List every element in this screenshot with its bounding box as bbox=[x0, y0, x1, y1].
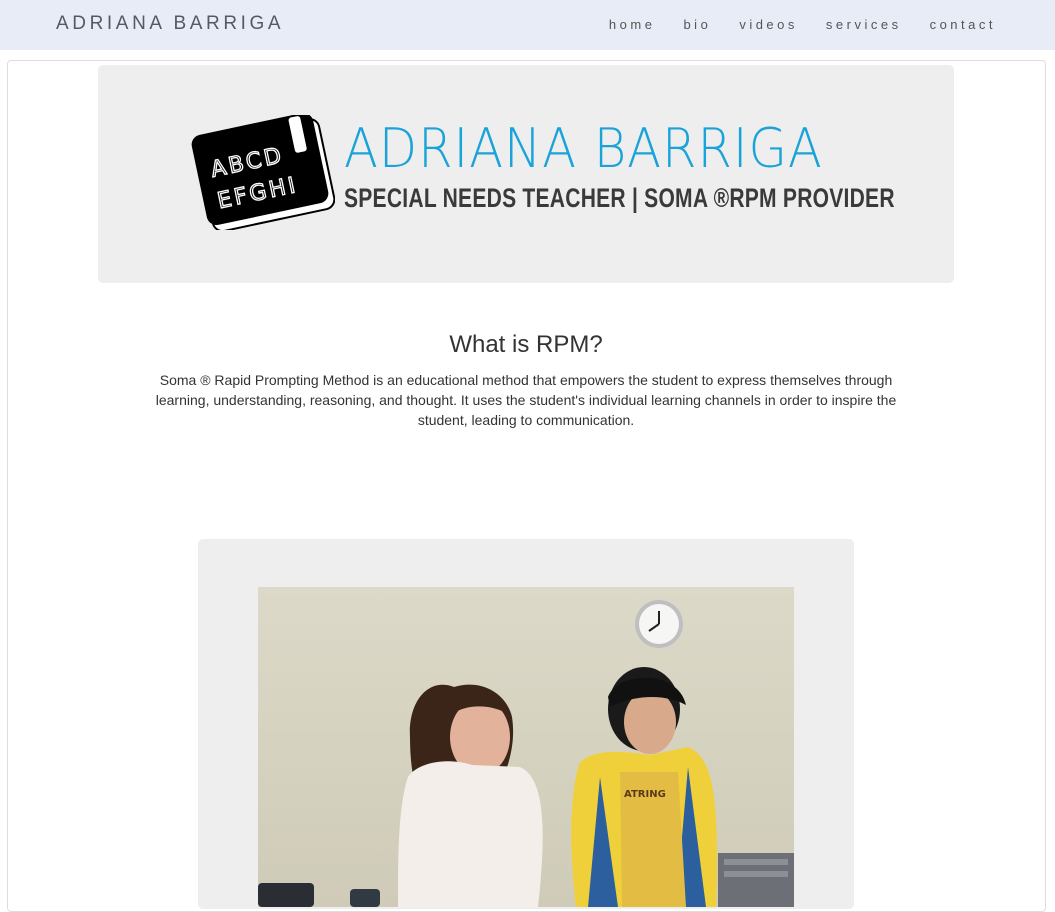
wall-clock-icon bbox=[635, 600, 683, 648]
chalkboard-logo-icon: ABCD EFGHI bbox=[191, 115, 335, 230]
rpm-heading: What is RPM? bbox=[449, 331, 603, 358]
top-navbar: ADRIANA BARRIGA home bio videos services… bbox=[0, 0, 1055, 50]
logo-title: ADRIANA BARRIGA bbox=[344, 117, 823, 180]
rpm-description: Soma ® Rapid Prompting Method is an educ… bbox=[155, 372, 897, 428]
nav-link-bio[interactable]: bio bbox=[683, 17, 711, 32]
logo-subtitle: SPECIAL NEEDS TEACHER | SOMA ®RPM PROVID… bbox=[344, 183, 895, 213]
teacher-student-photo: ATRING bbox=[258, 587, 794, 907]
hero-banner: ABCD EFGHI ADRIANA BARRIGA SPECIAL NEEDS… bbox=[98, 65, 954, 283]
photo-illustration: ATRING bbox=[258, 587, 794, 907]
photo-card: ATRING bbox=[198, 539, 854, 909]
shirt-text: ATRING bbox=[624, 789, 666, 800]
nav-link-contact[interactable]: contact bbox=[930, 17, 996, 32]
nav-links: home bio videos services contact bbox=[581, 17, 996, 32]
nav-link-videos[interactable]: videos bbox=[739, 17, 798, 32]
brand-link[interactable]: ADRIANA BARRIGA bbox=[56, 13, 284, 35]
nav-link-home[interactable]: home bbox=[609, 17, 656, 32]
nav-link-services[interactable]: services bbox=[826, 17, 902, 32]
